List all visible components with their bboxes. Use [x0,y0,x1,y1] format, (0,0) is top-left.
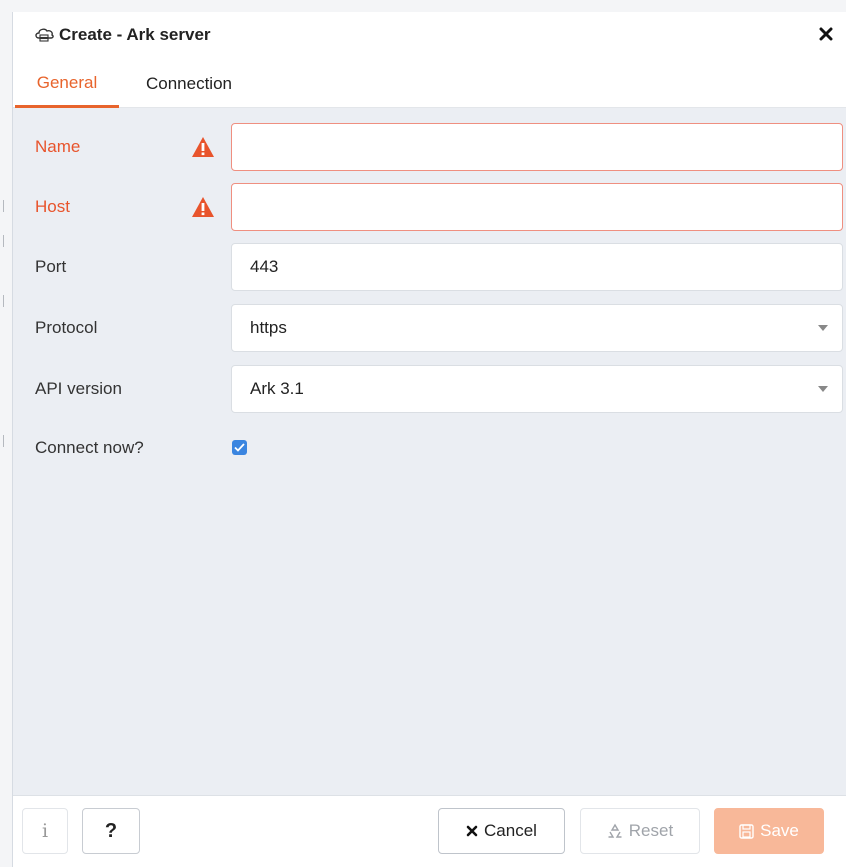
info-icon: i [41,820,49,842]
create-server-dialog: Create - Ark server General Connection N… [12,12,846,867]
form-row-connect-now: Connect now? [13,424,846,472]
save-button-label: Save [760,821,799,840]
protocol-selected-value: https [250,318,287,337]
api-version-selected-value: Ark 3.1 [250,379,304,398]
background-fragment [3,235,10,247]
host-input[interactable] [231,183,843,231]
cloud-server-icon [33,26,55,44]
help-icon: ? [104,819,118,842]
checkmark-icon [234,443,245,452]
api-version-label: API version [35,379,122,398]
dialog-titlebar: Create - Ark server [13,12,846,58]
host-label: Host [35,197,70,216]
dialog-tabs: General Connection [13,58,846,108]
background-fragment [3,295,10,307]
form-row-api-version: API version Ark 3.1 [13,365,846,413]
cancel-button-label: Cancel [484,821,537,840]
form-row-port: Port [13,243,846,291]
name-label: Name [35,137,81,156]
cancel-button[interactable]: Cancel [438,808,565,854]
form-row-name: Name [13,123,846,171]
connect-now-label: Connect now? [35,438,144,457]
form-row-host: Host [13,183,846,231]
background-fragment [3,435,10,447]
background-fragment [3,200,10,212]
form-row-protocol: Protocol https [13,304,846,352]
floppy-disk-icon [739,823,754,839]
chevron-down-icon [818,386,828,392]
chevron-down-icon [818,325,828,331]
protocol-select[interactable]: https [231,304,843,352]
dialog-title: Create - Ark server [59,25,211,44]
close-icon[interactable] [816,24,836,44]
recycle-icon [607,823,623,839]
dialog-footer: i ? Cancel Reset Save [13,795,846,867]
tab-connection[interactable]: Connection [131,58,247,108]
info-button[interactable]: i [22,808,68,854]
warning-icon [191,196,215,218]
warning-icon [191,136,215,158]
port-label: Port [35,257,67,276]
tab-general[interactable]: General [15,58,119,108]
reset-button-label: Reset [628,821,674,840]
port-input[interactable] [231,243,843,291]
reset-button[interactable]: Reset [580,808,700,854]
save-button[interactable]: Save [714,808,824,854]
close-icon [466,825,478,837]
name-input[interactable] [231,123,843,171]
protocol-label: Protocol [35,318,98,337]
help-button[interactable]: ? [82,808,140,854]
connect-now-checkbox[interactable] [232,440,247,455]
api-version-select[interactable]: Ark 3.1 [231,365,843,413]
